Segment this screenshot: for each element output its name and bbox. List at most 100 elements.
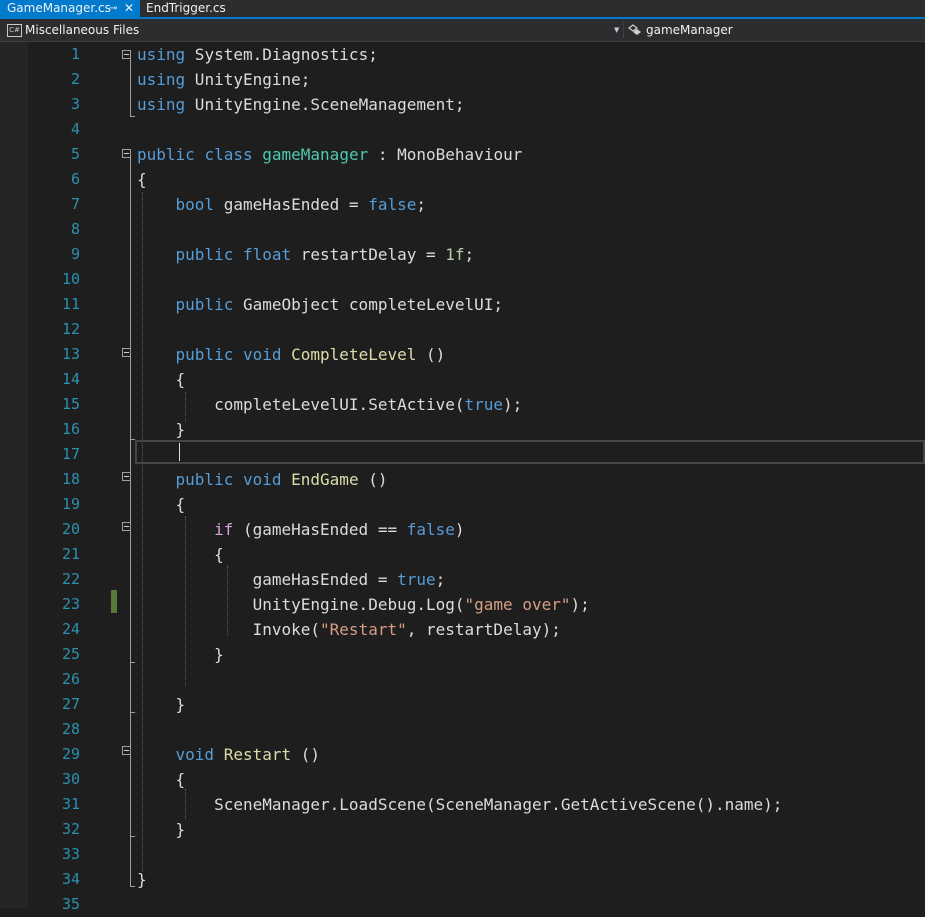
code-line[interactable]: 35 xyxy=(0,892,925,917)
code-token: ; xyxy=(416,195,426,214)
code-token: () xyxy=(358,470,388,489)
code-token: UnityEngine; xyxy=(185,70,311,89)
line-number: 10 xyxy=(61,270,80,288)
chevron-down-icon[interactable]: ▼ xyxy=(614,21,619,39)
code-token: Restart xyxy=(223,745,292,764)
code-token: void xyxy=(242,470,282,489)
code-text: UnityEngine.Debug.Log("game over"); xyxy=(137,592,590,617)
line-number: 16 xyxy=(61,420,80,438)
code-line[interactable]: 6{ xyxy=(0,167,925,192)
code-token: } xyxy=(137,645,224,664)
code-token: gameHasEnded = xyxy=(214,195,369,214)
code-line[interactable]: 3 using UnityEngine.SceneManagement; xyxy=(0,92,925,117)
project-dropdown[interactable]: C# Miscellaneous Files ▼ xyxy=(4,21,621,39)
code-token: float xyxy=(242,245,292,264)
code-line[interactable]: 17 xyxy=(0,442,925,467)
code-line[interactable]: 26 xyxy=(0,667,925,692)
code-line[interactable]: 15 completeLevelUI.SetActive(true); xyxy=(0,392,925,417)
code-line[interactable]: 10 xyxy=(0,267,925,292)
code-token: completeLevelUI.SetActive( xyxy=(137,395,465,414)
code-token: UnityEngine.SceneManagement; xyxy=(185,95,465,114)
code-line[interactable]: 5 public class gameManager : MonoBehaviou… xyxy=(0,142,925,167)
code-token: true xyxy=(397,570,436,589)
code-line[interactable]: 24 Invoke("Restart", restartDelay); xyxy=(0,617,925,642)
code-text: using UnityEngine.SceneManagement; xyxy=(137,92,465,117)
code-line[interactable]: 9 public float restartDelay = 1f; xyxy=(0,242,925,267)
line-number: 7 xyxy=(70,195,80,213)
code-token: : MonoBehaviour xyxy=(368,145,523,164)
code-token: ; xyxy=(464,245,475,264)
tab-endtrigger-cs[interactable]: EndTrigger.cs xyxy=(140,0,226,17)
code-text: bool gameHasEnded = false; xyxy=(137,192,426,217)
line-number: 31 xyxy=(61,795,80,813)
code-text: public void CompleteLevel () xyxy=(137,342,446,367)
code-line[interactable]: 14 { xyxy=(0,367,925,392)
code-line[interactable]: 18 public void EndGame () xyxy=(0,467,925,492)
code-line[interactable]: 30 { xyxy=(0,767,925,792)
line-number: 17 xyxy=(61,445,80,463)
line-number: 6 xyxy=(70,170,80,188)
line-number: 8 xyxy=(70,220,80,238)
code-token: false xyxy=(368,195,417,214)
code-line[interactable]: 12 xyxy=(0,317,925,342)
close-icon[interactable]: ✕ xyxy=(124,0,134,17)
class-member-icon xyxy=(628,23,642,40)
code-line[interactable]: 16 } xyxy=(0,417,925,442)
code-token: () xyxy=(291,745,321,764)
code-token: GameObject completeLevelUI; xyxy=(233,295,504,314)
code-line[interactable]: 1 using System.Diagnostics; xyxy=(0,42,925,67)
tab-gamemanager-cs[interactable]: GameManager.cs ⊸ ✕ xyxy=(0,0,140,17)
code-line[interactable]: 20 if (gameHasEnded == false) xyxy=(0,517,925,542)
code-text: Invoke("Restart", restartDelay); xyxy=(137,617,561,642)
line-number: 4 xyxy=(70,120,80,138)
code-line[interactable]: 22 gameHasEnded = true; xyxy=(0,567,925,592)
code-line[interactable]: 2 using UnityEngine; xyxy=(0,67,925,92)
code-line[interactable]: 8 xyxy=(0,217,925,242)
code-line[interactable]: 33 xyxy=(0,842,925,867)
code-line[interactable]: 32 } xyxy=(0,817,925,842)
line-number: 9 xyxy=(70,245,80,263)
code-line[interactable]: 11 public GameObject completeLevelUI; xyxy=(0,292,925,317)
type-dropdown[interactable]: gameManager xyxy=(628,21,918,39)
line-number: 33 xyxy=(61,845,80,863)
line-number: 2 xyxy=(70,70,80,88)
code-token: , restartDelay); xyxy=(406,620,561,639)
code-line[interactable]: 7 bool gameHasEnded = false; xyxy=(0,192,925,217)
code-line[interactable]: 23 UnityEngine.Debug.Log("game over"); xyxy=(0,592,925,617)
line-number: 29 xyxy=(61,745,80,763)
code-token: public xyxy=(175,345,234,364)
code-token: ; xyxy=(435,570,446,589)
line-number: 26 xyxy=(61,670,80,688)
pin-icon[interactable]: ⊸ xyxy=(109,0,117,17)
code-line[interactable]: 34} xyxy=(0,867,925,892)
code-token: ); xyxy=(503,395,523,414)
code-line[interactable]: 25 } xyxy=(0,642,925,667)
line-number: 21 xyxy=(61,545,80,563)
type-dropdown-label: gameManager xyxy=(646,23,733,37)
code-line[interactable]: 28 xyxy=(0,717,925,742)
line-number: 18 xyxy=(61,470,80,488)
code-line[interactable]: 13 public void CompleteLevel () xyxy=(0,342,925,367)
code-line[interactable]: 31 SceneManager.LoadScene(SceneManager.G… xyxy=(0,792,925,817)
code-text: } xyxy=(137,867,147,892)
tab-label: GameManager.cs xyxy=(7,1,111,15)
line-number: 5 xyxy=(70,145,80,163)
code-line[interactable]: 19 { xyxy=(0,492,925,517)
code-line[interactable]: 21 { xyxy=(0,542,925,567)
code-token: } xyxy=(137,870,147,889)
line-number: 34 xyxy=(61,870,80,888)
code-line[interactable]: 27 } xyxy=(0,692,925,717)
code-token: "Restart" xyxy=(320,620,407,639)
line-number: 11 xyxy=(61,295,80,313)
code-line[interactable]: 4 xyxy=(0,117,925,142)
code-token: public xyxy=(175,245,234,264)
code-editor[interactable]: 1 using System.Diagnostics; 2 using UnityEn… xyxy=(0,42,925,913)
line-number: 24 xyxy=(61,620,80,638)
code-line[interactable]: 29 void Restart () xyxy=(0,742,925,767)
